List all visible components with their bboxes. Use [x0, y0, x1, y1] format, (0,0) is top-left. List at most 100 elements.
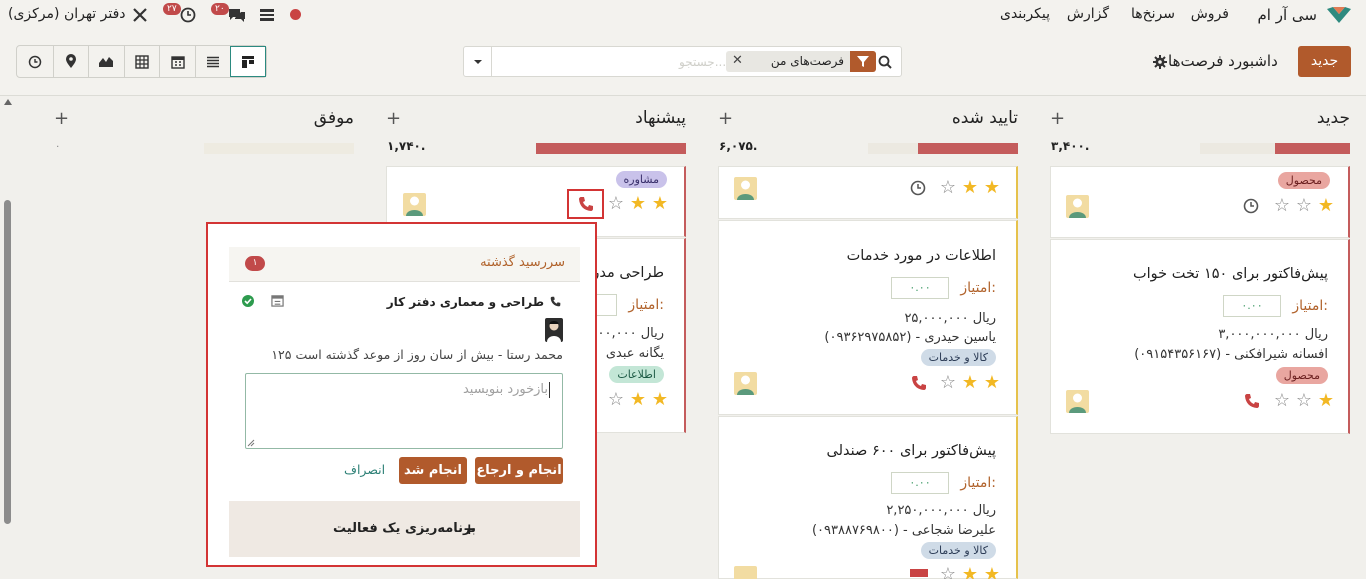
tools-icon[interactable] — [132, 7, 148, 23]
app-name[interactable]: سی آر ام — [1258, 6, 1317, 24]
priority-star-1-icon[interactable]: ★ — [984, 374, 1000, 392]
done-and-schedule-next-button[interactable]: انجام و ارجاع — [475, 457, 563, 484]
priority-star-2-icon[interactable]: ☆ — [1296, 197, 1312, 215]
schedule-activity-button[interactable]: + برنامه‌ریزی یک فعالیت — [229, 501, 580, 557]
priority-star-2-icon[interactable]: ★ — [962, 566, 978, 579]
avatar[interactable] — [1066, 195, 1089, 218]
avatar[interactable] — [734, 566, 757, 579]
priority-star-3-icon[interactable]: ☆ — [1274, 392, 1290, 410]
company-switcher[interactable]: دفتر تهران (مرکزی) — [8, 6, 126, 22]
clock-activity-icon[interactable] — [1243, 198, 1259, 214]
gear-icon[interactable] — [1153, 55, 1167, 69]
search-icon[interactable] — [878, 55, 892, 69]
priority-star-3-icon[interactable]: ☆ — [940, 179, 956, 197]
kanban-card[interactable]: پیش‌فاکتور برای ۱۵۰ تخت خواب امتیاز: ۰.۰… — [1050, 239, 1350, 434]
priority-star-3-icon[interactable]: ☆ — [608, 195, 624, 213]
avatar[interactable] — [403, 193, 426, 216]
column-title-proposal[interactable]: پیشنهاد — [635, 108, 686, 128]
graph-view-area-icon[interactable] — [88, 46, 124, 77]
kanban-card[interactable]: اطلاعات در مورد خدمات امتیاز: ۰.۰۰ ریال … — [718, 220, 1018, 415]
calendar-view-icon[interactable] — [159, 46, 195, 77]
kanban-card[interactable]: پیش‌فاکتور برای ۶۰۰ صندلی امتیاز: ۰.۰۰ ر… — [718, 416, 1018, 579]
column-title-new[interactable]: جدید — [1317, 108, 1350, 128]
menu-reporting[interactable]: گزارش — [1067, 6, 1109, 22]
priority-star-3-icon[interactable]: ☆ — [1274, 197, 1290, 215]
progress-bar-confirmed[interactable] — [868, 143, 1018, 154]
check-done-icon[interactable] — [242, 295, 254, 307]
filter-facet[interactable]: ✕ فرصت‌های من — [726, 51, 876, 72]
list-settings-icon[interactable] — [259, 8, 275, 22]
kanban-card[interactable]: محصول ★ ☆ ☆ — [1050, 166, 1350, 238]
column-title-confirmed[interactable]: تایید شده — [952, 108, 1018, 128]
activity-popover: سررسید گذشته ۱ طراحی و معماری دفتر کار م… — [206, 222, 597, 567]
map-view-pin-icon[interactable] — [52, 46, 89, 77]
kanban-card[interactable]: ★ ★ ☆ — [718, 166, 1018, 219]
quick-create-proposal-plus-icon[interactable]: + — [386, 108, 401, 129]
search-options-toggle[interactable] — [464, 47, 492, 76]
activity-view-clock-icon[interactable] — [17, 46, 53, 77]
priority-star-2-icon[interactable]: ★ — [962, 374, 978, 392]
score-field[interactable]: ۰.۰۰ — [891, 277, 949, 299]
column-sum-confirmed: ۶,۰۷۵. — [719, 139, 758, 153]
scroll-up-arrow-icon[interactable] — [4, 98, 12, 106]
score-field[interactable]: ۰.۰۰ — [891, 472, 949, 494]
priority-star-2-icon[interactable]: ★ — [630, 195, 646, 213]
progress-bar-new[interactable] — [1200, 143, 1350, 154]
menu-configuration[interactable]: پیکربندی — [1000, 6, 1050, 22]
vertical-scrollbar[interactable] — [4, 200, 11, 524]
contact-name: یاسین حیدری - (۰۹۳۶۲۹۷۵۸۵۲) — [824, 330, 996, 345]
phone-activity-button[interactable] — [567, 189, 604, 219]
mark-done-button[interactable]: انجام شد — [399, 457, 467, 484]
progress-bar-won[interactable] — [204, 143, 354, 154]
quick-create-won-plus-icon[interactable]: + — [54, 108, 69, 129]
feedback-textarea[interactable]: بازخورد بنویسید — [245, 373, 563, 449]
discard-link[interactable]: انصراف — [344, 462, 385, 477]
avatar[interactable] — [1066, 390, 1089, 413]
quick-create-new-plus-icon[interactable]: + — [1050, 108, 1065, 129]
phone-activity-icon[interactable] — [578, 196, 594, 212]
priority-star-1-icon[interactable]: ★ — [652, 391, 668, 409]
tag-product: محصول — [1277, 172, 1330, 189]
card-title: طراحی مدر — [592, 265, 664, 281]
priority-star-1-icon[interactable]: ★ — [652, 195, 668, 213]
priority-star-1-icon[interactable]: ★ — [984, 566, 1000, 579]
chat-icon[interactable] — [228, 7, 246, 23]
clock-activity-icon[interactable] — [180, 7, 196, 23]
priority-star-1-icon[interactable]: ★ — [1318, 197, 1334, 215]
search-bar[interactable]: جستجو... ✕ فرصت‌های من — [463, 46, 902, 77]
priority-star-2-icon[interactable]: ★ — [630, 391, 646, 409]
email-activity-icon[interactable] — [910, 569, 928, 577]
score-field[interactable]: ۰.۰۰ — [1223, 295, 1281, 317]
kanban-view-icon[interactable] — [230, 46, 267, 77]
avatar[interactable] — [545, 318, 563, 342]
column-title-won[interactable]: موفق — [314, 108, 354, 128]
priority-star-3-icon[interactable]: ☆ — [608, 391, 624, 409]
pivot-view-table-icon[interactable] — [123, 46, 160, 77]
clock-activity-icon[interactable] — [910, 180, 926, 196]
quick-create-confirmed-plus-icon[interactable]: + — [718, 108, 733, 129]
phone-activity-icon[interactable] — [911, 375, 927, 391]
progress-bar-proposal[interactable] — [536, 143, 686, 154]
calendar-edit-icon[interactable] — [271, 294, 284, 307]
search-input[interactable]: جستجو... — [679, 55, 726, 69]
menu-leads[interactable]: سرنخ‌ها — [1131, 6, 1175, 22]
priority-star-3-icon[interactable]: ☆ — [940, 566, 956, 579]
new-button[interactable]: جدید — [1298, 46, 1351, 77]
priority-star-2-icon[interactable]: ☆ — [1296, 392, 1312, 410]
avatar[interactable] — [734, 372, 757, 395]
top-navbar: سی آر ام فروش سرنخ‌ها گزارش پیکربندی دفت… — [0, 0, 1366, 30]
resize-handle-icon[interactable] — [247, 439, 255, 447]
app-logo-icon[interactable] — [1326, 6, 1352, 24]
close-icon[interactable]: ✕ — [732, 53, 743, 68]
priority-star-2-icon[interactable]: ★ — [962, 179, 978, 197]
phone-activity-icon[interactable] — [1244, 393, 1260, 409]
score-label: امتیاز: — [960, 280, 996, 296]
menu-sales[interactable]: فروش — [1191, 6, 1229, 22]
status-dot-icon[interactable] — [290, 9, 301, 20]
view-switcher — [16, 45, 267, 78]
list-view-icon[interactable] — [194, 46, 231, 77]
priority-star-1-icon[interactable]: ★ — [984, 179, 1000, 197]
priority-star-3-icon[interactable]: ☆ — [940, 374, 956, 392]
priority-star-1-icon[interactable]: ★ — [1318, 392, 1334, 410]
avatar[interactable] — [734, 177, 757, 200]
